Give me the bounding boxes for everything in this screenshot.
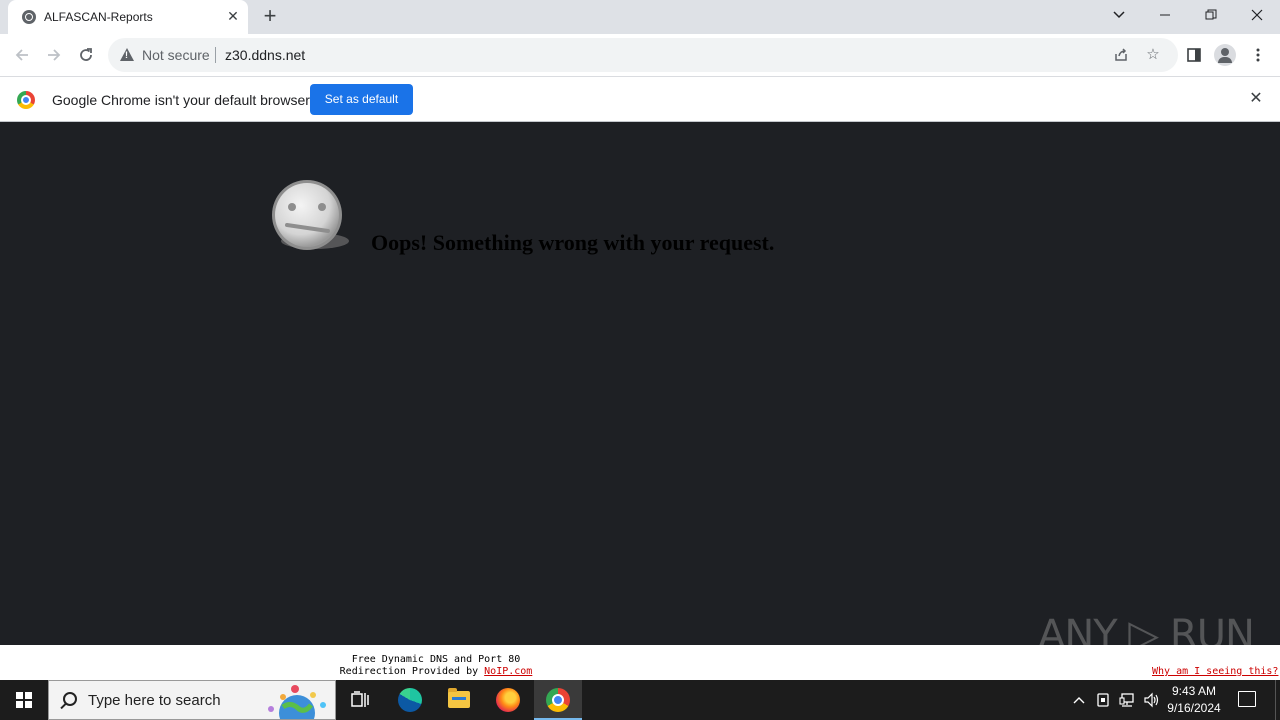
chrome-logo-icon [17, 91, 35, 109]
taskbar-clock[interactable]: 9:43 AM 9/16/2024 [1163, 683, 1225, 717]
browser-toolbar: Not secure z30.ddns.net ☆ [0, 34, 1280, 76]
search-placeholder: Type here to search [88, 692, 221, 709]
error-message: Oops! Something wrong with your request. [371, 230, 775, 255]
bookmark-star-icon[interactable]: ☆ [1144, 46, 1162, 64]
edge-icon [398, 688, 422, 712]
noip-line2-prefix: Redirection Provided by [339, 666, 485, 677]
page-content: Oops! Something wrong with your request. [0, 122, 1280, 645]
chevron-down-icon [1113, 11, 1125, 19]
profile-avatar[interactable] [1214, 44, 1236, 66]
reload-icon [80, 48, 92, 61]
divider [215, 47, 216, 63]
search-highlight-art-icon [268, 685, 326, 719]
title-bar: ALFASCAN-Reports ✕ + [0, 0, 1280, 34]
firefox-taskbar-button[interactable] [484, 680, 532, 720]
show-hidden-icons-button[interactable] [1070, 690, 1088, 710]
default-browser-infobar: Google Chrome isn't your default browser… [0, 76, 1280, 122]
noip-notice: Free Dynamic DNS and Port 80 Redirection… [336, 654, 536, 678]
noip-line2: Redirection Provided by NoIP.com [336, 666, 536, 678]
clock-date: 9/16/2024 [1167, 701, 1221, 715]
infobar-message: Google Chrome isn't your default browser [52, 92, 310, 108]
address-bar[interactable]: Not secure z30.ddns.net ☆ [108, 38, 1178, 72]
warning-icon [120, 48, 134, 61]
close-icon [1251, 9, 1263, 21]
task-view-icon [351, 691, 369, 707]
noip-footer: Free Dynamic DNS and Port 80 Redirection… [0, 645, 1280, 680]
menu-button[interactable] [1246, 43, 1270, 67]
sad-face-icon [272, 180, 349, 250]
why-seeing-this-link[interactable]: Why am I seeing this? [1152, 666, 1278, 677]
restore-icon [1205, 9, 1217, 20]
tab-close-icon[interactable]: ✕ [224, 7, 242, 25]
reload-button[interactable] [73, 42, 99, 68]
clock-time: 9:43 AM [1171, 684, 1217, 698]
security-label[interactable]: Not secure [142, 47, 210, 63]
start-button[interactable] [0, 680, 48, 720]
task-view-button[interactable] [336, 680, 384, 720]
chrome-icon [546, 688, 570, 712]
show-desktop-button[interactable] [1275, 680, 1276, 720]
side-panel-icon [1187, 48, 1201, 62]
search-icon [63, 692, 77, 706]
close-icon[interactable]: ✕ [1246, 89, 1266, 109]
back-button[interactable] [9, 42, 35, 68]
edge-taskbar-button[interactable] [386, 680, 434, 720]
globe-icon [22, 10, 36, 24]
notification-icon[interactable] [1238, 691, 1256, 707]
set-as-default-button[interactable]: Set as default [310, 84, 413, 115]
windows-logo-icon [16, 692, 32, 708]
new-tab-button[interactable]: + [258, 5, 282, 29]
tab-search-button[interactable] [1096, 0, 1142, 30]
tab-title: ALFASCAN-Reports [44, 10, 153, 24]
back-arrow-icon [15, 49, 28, 61]
more-vert-icon [1256, 48, 1260, 62]
firefox-icon [496, 688, 520, 712]
folder-icon [448, 688, 470, 708]
network-icon[interactable] [1118, 690, 1136, 710]
device-tray-icon[interactable] [1094, 690, 1112, 710]
minimize-icon [1160, 14, 1170, 16]
share-icon[interactable] [1112, 46, 1130, 64]
taskbar-search-box[interactable]: Type here to search [48, 680, 336, 720]
browser-tab[interactable]: ALFASCAN-Reports ✕ [8, 0, 248, 34]
chrome-taskbar-button[interactable] [534, 680, 582, 720]
noip-line1: Free Dynamic DNS and Port 80 [351, 654, 521, 665]
restore-button[interactable] [1188, 0, 1234, 30]
file-explorer-taskbar-button[interactable] [435, 680, 483, 720]
noip-link[interactable]: NoIP.com [484, 666, 532, 677]
side-panel-button[interactable] [1182, 43, 1206, 67]
forward-arrow-icon [48, 49, 61, 61]
close-window-button[interactable] [1234, 0, 1280, 30]
chevron-up-icon [1073, 697, 1085, 704]
url-text[interactable]: z30.ddns.net [225, 47, 305, 63]
minimize-button[interactable] [1142, 0, 1188, 30]
windows-taskbar: Type here to search 9:43 AM 9/16/2024 [0, 680, 1280, 720]
volume-icon[interactable] [1142, 690, 1160, 710]
forward-button[interactable] [41, 42, 67, 68]
